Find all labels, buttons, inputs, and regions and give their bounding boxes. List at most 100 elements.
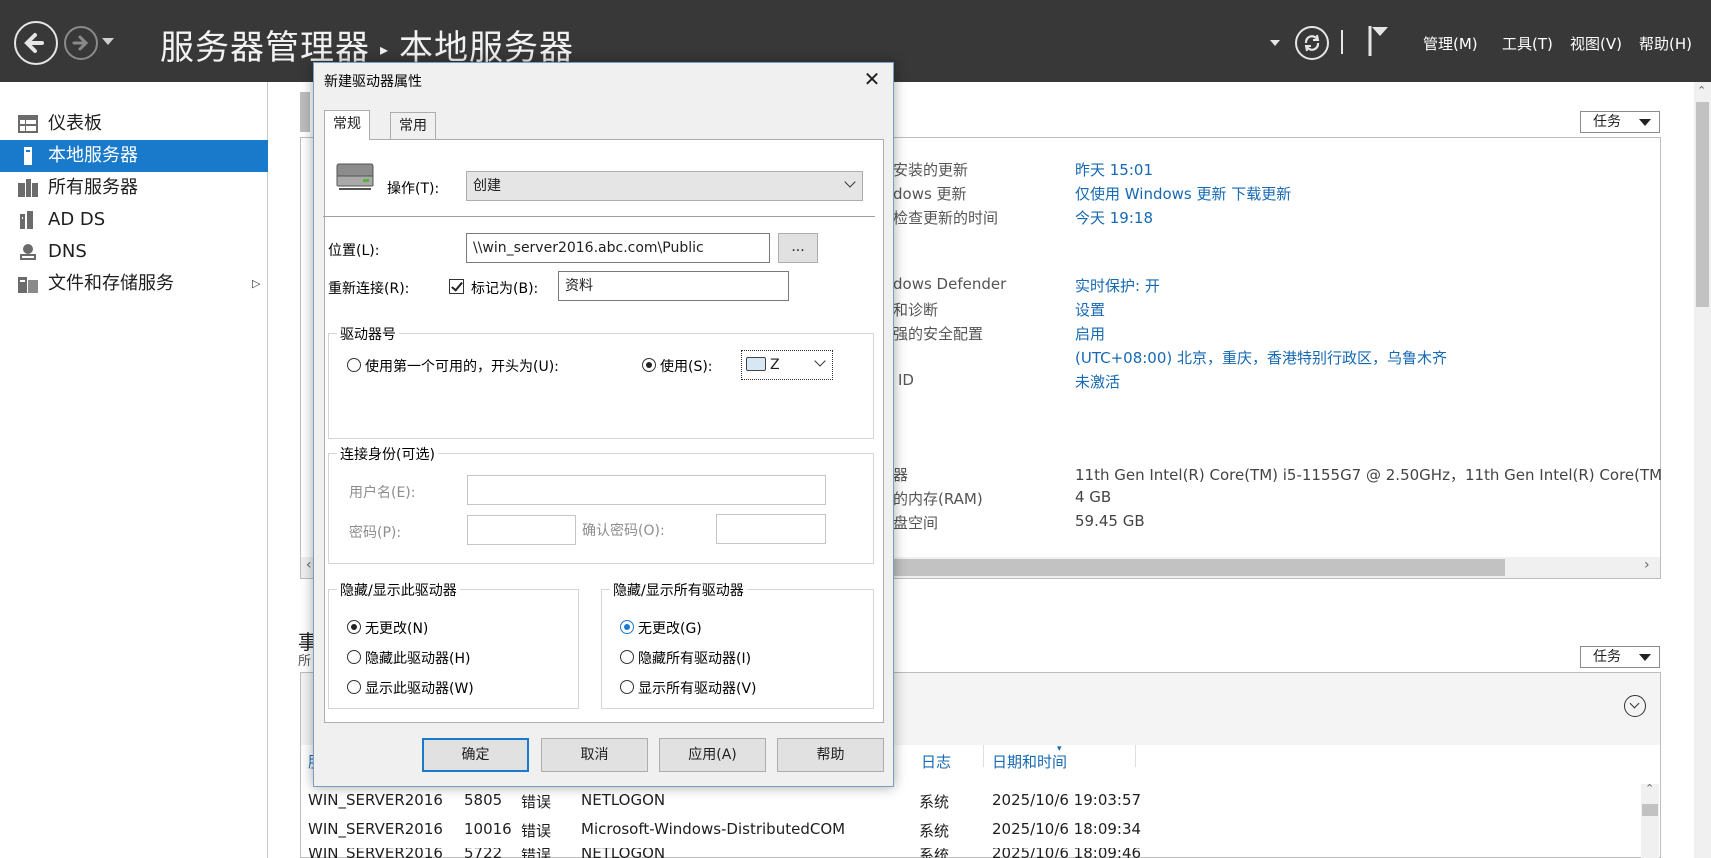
label-as-label: 标记为(B): bbox=[471, 281, 539, 297]
prop-value-link[interactable]: 设置 bbox=[1075, 299, 1105, 320]
scroll-left-icon[interactable]: ‹ bbox=[306, 557, 312, 573]
event-source: NETLOGON bbox=[581, 848, 666, 858]
expand-arrow-icon[interactable]: ▷ bbox=[252, 268, 260, 300]
drive-letter-select[interactable]: Z bbox=[741, 350, 833, 380]
help-button[interactable]: 帮助 bbox=[777, 738, 884, 772]
prop-value-link[interactable]: (UTC+08:00) 北京，重庆，香港特别行政区，乌鲁木齐 bbox=[1075, 347, 1447, 368]
event-source: Microsoft-Windows-DistributedCOM bbox=[581, 820, 846, 838]
event-time: 2025/10/6 18:09:46 bbox=[992, 848, 1142, 858]
browse-button[interactable]: ... bbox=[778, 233, 818, 263]
table-row-clipped[interactable]: WIN_SERVER2016 5722 错误 NETLOGON 系统 2025/… bbox=[300, 848, 1500, 858]
confirm-password-input[interactable] bbox=[716, 514, 826, 544]
scroll-up-icon[interactable]: ⌃ bbox=[1645, 782, 1654, 795]
action-label: 操作(T): bbox=[387, 181, 440, 197]
events-tasks-button[interactable]: 任务 bbox=[1580, 646, 1660, 668]
notifications-flag-icon[interactable] bbox=[1366, 24, 1392, 58]
dropdown-arrow-icon bbox=[1639, 119, 1651, 126]
show-all-radio[interactable] bbox=[620, 680, 634, 694]
menu-manage[interactable]: 管理(M) bbox=[1423, 33, 1478, 54]
action-select[interactable]: 创建 bbox=[466, 171, 863, 201]
prop-value-link[interactable]: 未激活 bbox=[1075, 371, 1120, 392]
drive-letter-value: Z bbox=[770, 357, 780, 373]
tab-panel-general: 操作(T): 创建 位置(L): \\win_server2016.abc.co… bbox=[323, 139, 884, 723]
sidebar-item-file-storage[interactable]: 文件和存储服务 ▷ bbox=[0, 268, 268, 300]
prop-label: 盘空间 bbox=[893, 514, 939, 532]
show-all-label: 显示所有驱动器(V) bbox=[638, 681, 757, 697]
password-input[interactable] bbox=[467, 515, 576, 545]
hide-all-radio[interactable] bbox=[620, 650, 634, 664]
sidebar-item-all-servers[interactable]: 所有服务器 bbox=[0, 172, 268, 204]
label-as-input[interactable]: 资料 bbox=[558, 271, 789, 301]
prop-value-link[interactable]: 实时保护: 开 bbox=[1075, 275, 1160, 296]
show-this-radio[interactable] bbox=[347, 680, 361, 694]
column-header-datetime[interactable]: 日期和时间 bbox=[992, 751, 1067, 772]
group-label: 隐藏/显示此驱动器 bbox=[337, 580, 460, 600]
use-first-available-radio[interactable] bbox=[347, 358, 361, 372]
menu-view[interactable]: 视图(V) bbox=[1570, 33, 1622, 54]
prop-value: 11th Gen Intel(R) Core(TM) i5-1155G7 @ 2… bbox=[1075, 466, 1661, 484]
local-server-icon bbox=[24, 147, 32, 165]
refresh-button[interactable] bbox=[1295, 26, 1329, 60]
hide-this-radio[interactable] bbox=[347, 650, 361, 664]
tab-label: 常用 bbox=[399, 118, 427, 134]
sidebar: 仪表板 本地服务器 所有服务器 AD DS DNS 文件和存储服务 ▷ bbox=[0, 82, 268, 858]
sidebar-item-dns[interactable]: DNS bbox=[0, 236, 268, 268]
sidebar-item-label: 本地服务器 bbox=[48, 145, 138, 166]
history-dropdown-icon[interactable] bbox=[102, 38, 114, 45]
prop-label: 的内存(RAM) bbox=[893, 490, 983, 508]
drive-letter-group: 驱动器号 使用第一个可用的，开头为(U): 使用(S): Z bbox=[328, 324, 874, 439]
refresh-dropdown-icon[interactable] bbox=[1270, 40, 1280, 46]
window-vertical-scrollbar[interactable]: ⌃ bbox=[1694, 82, 1711, 858]
sidebar-item-label: 所有服务器 bbox=[48, 177, 138, 198]
events-subheading: 所 bbox=[298, 654, 312, 669]
prop-value-link[interactable]: 仅使用 Windows 更新 下载更新 bbox=[1075, 183, 1291, 204]
connect-as-group: 连接身份(可选) 用户名(E): 密码(P): 确认密码(O): bbox=[328, 444, 874, 564]
sidebar-item-label: DNS bbox=[48, 241, 87, 262]
event-id: 10016 bbox=[464, 820, 512, 838]
scroll-right-icon[interactable]: › bbox=[1644, 557, 1650, 573]
apply-button[interactable]: 应用(A) bbox=[659, 738, 766, 772]
event-server: WIN_SERVER2016 bbox=[308, 791, 443, 809]
section-marker bbox=[300, 92, 310, 132]
reconnect-checkbox[interactable] bbox=[449, 279, 464, 294]
dropdown-arrow-icon bbox=[1639, 654, 1651, 661]
sidebar-item-ad-ds[interactable]: AD DS bbox=[0, 204, 268, 236]
forward-arrow-icon bbox=[72, 35, 89, 51]
ok-button[interactable]: 确定 bbox=[422, 738, 529, 772]
prop-value-link[interactable]: 启用 bbox=[1075, 323, 1105, 344]
use-letter-radio[interactable] bbox=[642, 358, 656, 372]
ad-ds-icon bbox=[20, 211, 33, 229]
menu-tools[interactable]: 工具(T) bbox=[1502, 33, 1553, 54]
chevron-down-icon bbox=[814, 355, 826, 367]
scrollbar-thumb[interactable] bbox=[890, 559, 1505, 576]
use-letter-label: 使用(S): bbox=[660, 359, 713, 375]
cancel-button[interactable]: 取消 bbox=[541, 738, 648, 772]
no-change-this-radio[interactable] bbox=[347, 620, 361, 634]
properties-tasks-button[interactable]: 任务 bbox=[1580, 111, 1660, 133]
back-button[interactable] bbox=[14, 21, 58, 65]
event-time: 2025/10/6 18:09:34 bbox=[992, 820, 1142, 838]
tab-general[interactable]: 常规 bbox=[324, 110, 370, 140]
forward-button[interactable] bbox=[64, 26, 98, 60]
scrollbar-thumb[interactable] bbox=[1642, 804, 1658, 816]
hide-this-drive-group: 隐藏/显示此驱动器 无更改(N) 隐藏此驱动器(H) 显示此驱动器(W) bbox=[328, 580, 579, 709]
username-input[interactable] bbox=[467, 475, 826, 505]
scrollbar-thumb[interactable] bbox=[1696, 102, 1709, 307]
drive-icon bbox=[746, 357, 766, 371]
prop-label: 安装的更新 bbox=[893, 161, 969, 179]
close-button[interactable]: ✕ bbox=[859, 67, 885, 91]
menu-help[interactable]: 帮助(H) bbox=[1639, 33, 1692, 54]
column-header-log[interactable]: 日志 bbox=[921, 751, 951, 772]
scroll-up-icon[interactable]: ⌃ bbox=[1697, 84, 1706, 97]
no-change-all-radio[interactable] bbox=[620, 620, 634, 634]
sidebar-item-dashboard[interactable]: 仪表板 bbox=[0, 108, 268, 140]
collapse-toggle-button[interactable] bbox=[1624, 695, 1646, 717]
tab-common[interactable]: 常用 bbox=[390, 112, 436, 139]
back-arrow-icon bbox=[24, 33, 44, 53]
sidebar-item-label: 仪表板 bbox=[48, 113, 102, 134]
prop-value-link[interactable]: 昨天 15:01 bbox=[1075, 159, 1153, 180]
prop-value-link[interactable]: 今天 19:18 bbox=[1075, 207, 1153, 228]
sidebar-item-local-server[interactable]: 本地服务器 bbox=[0, 140, 268, 172]
events-vertical-scrollbar[interactable]: ⌃ bbox=[1641, 782, 1659, 858]
location-input[interactable]: \\win_server2016.abc.com\Public bbox=[466, 233, 770, 263]
